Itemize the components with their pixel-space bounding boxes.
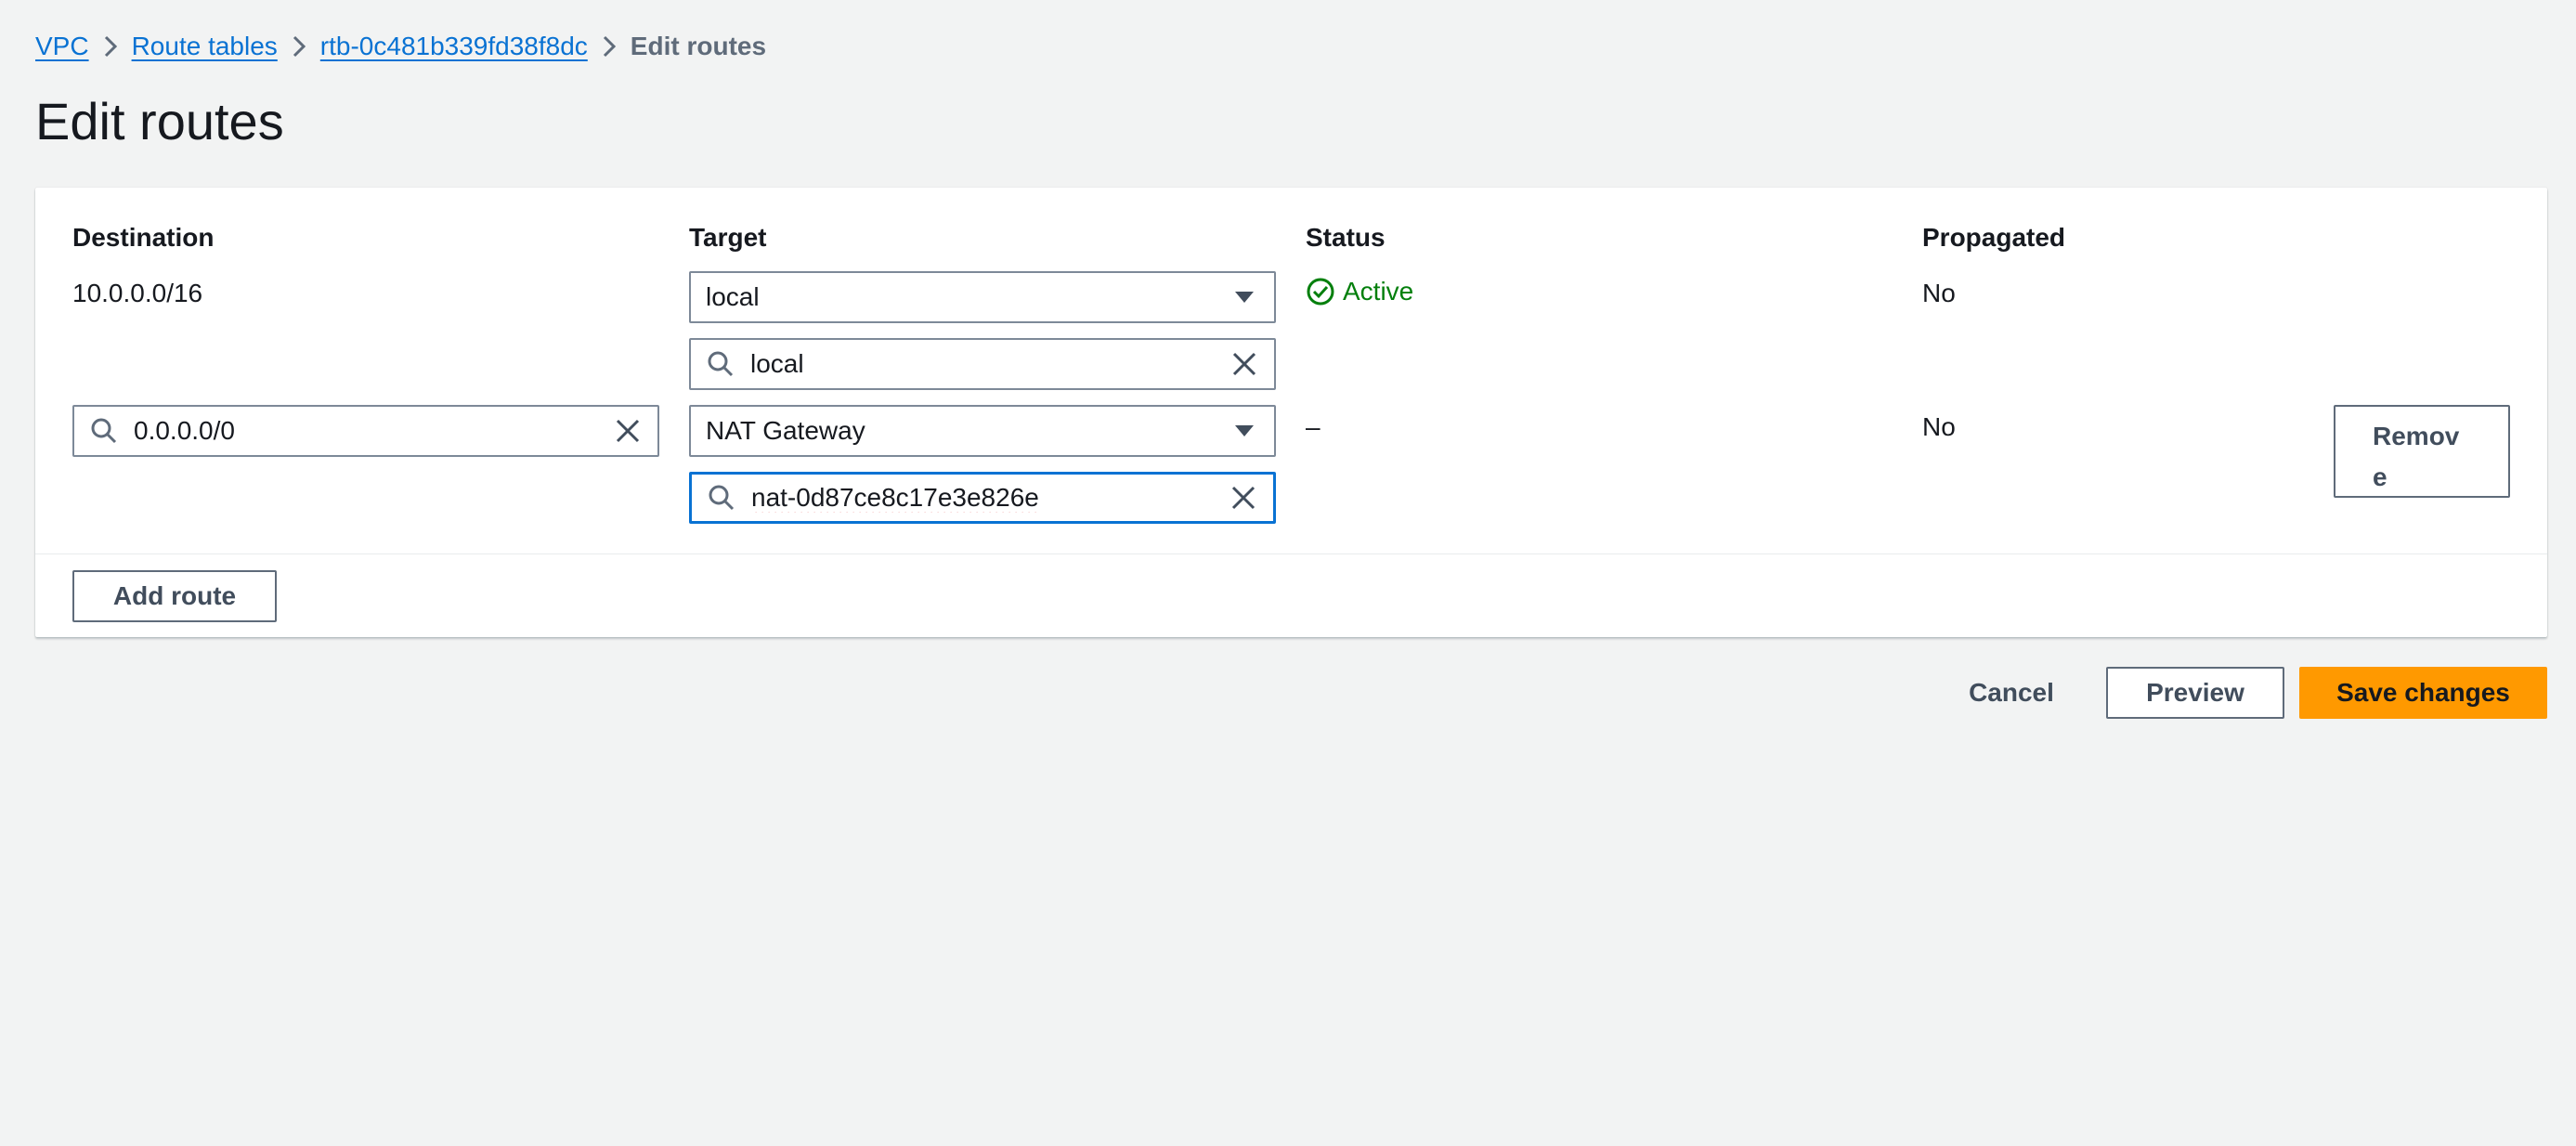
status-text: Active: [1343, 277, 1414, 306]
breadcrumb: VPC Route tables rtb-0c481b339fd38f8dc E…: [35, 28, 766, 65]
column-header-status: Status: [1306, 223, 1386, 252]
status-text: –: [1306, 412, 1321, 441]
chevron-right-icon: [89, 34, 132, 59]
target-search-input[interactable]: local: [689, 338, 1276, 390]
search-icon: [74, 417, 134, 445]
save-changes-button[interactable]: Save changes: [2299, 667, 2547, 719]
breadcrumb-link-route-tables[interactable]: Route tables: [132, 32, 278, 61]
target-type-value: NAT Gateway: [706, 416, 865, 445]
divider: [35, 553, 2547, 554]
breadcrumb-link-route-table-id[interactable]: rtb-0c481b339fd38f8dc: [320, 32, 588, 61]
search-icon: [692, 484, 751, 512]
route-destination-text: 10.0.0.0/16: [72, 279, 203, 307]
close-icon[interactable]: [1215, 352, 1274, 376]
target-search-value: local: [750, 349, 804, 378]
destination-value: 0.0.0.0/0: [134, 416, 235, 445]
routes-panel: Destination Target Status Propagated 10.…: [35, 188, 2547, 637]
preview-button[interactable]: Preview: [2106, 667, 2284, 719]
destination-input[interactable]: 0.0.0.0/0: [72, 405, 659, 457]
caret-down-icon: [1215, 424, 1274, 437]
close-icon[interactable]: [1214, 486, 1273, 510]
target-search-value: nat-0d87ce8c17e3e826e: [751, 483, 1039, 512]
propagated-value: No: [1922, 412, 1956, 441]
column-header-target: Target: [689, 223, 767, 252]
search-icon: [691, 350, 750, 378]
breadcrumb-current: Edit routes: [630, 32, 767, 60]
target-type-select[interactable]: NAT Gateway: [689, 405, 1276, 457]
status-badge: Active: [1306, 277, 1413, 306]
chevron-right-icon: [588, 34, 631, 59]
column-header-propagated: Propagated: [1922, 223, 2066, 252]
remove-route-button[interactable]: Remove: [2334, 405, 2510, 498]
add-route-button[interactable]: Add route: [72, 570, 277, 622]
propagated-value: No: [1922, 279, 1956, 307]
breadcrumb-link-vpc[interactable]: VPC: [35, 32, 89, 61]
page-title: Edit routes: [35, 92, 284, 150]
column-header-destination: Destination: [72, 223, 215, 252]
caret-down-icon: [1215, 291, 1274, 304]
status-positive-icon: [1307, 278, 1334, 306]
close-icon[interactable]: [598, 419, 657, 443]
target-type-select[interactable]: local: [689, 271, 1276, 323]
target-type-value: local: [706, 282, 760, 311]
cancel-button[interactable]: Cancel: [1948, 667, 2075, 719]
target-search-input[interactable]: nat-0d87ce8c17e3e826e: [689, 472, 1276, 524]
chevron-right-icon: [278, 34, 320, 59]
